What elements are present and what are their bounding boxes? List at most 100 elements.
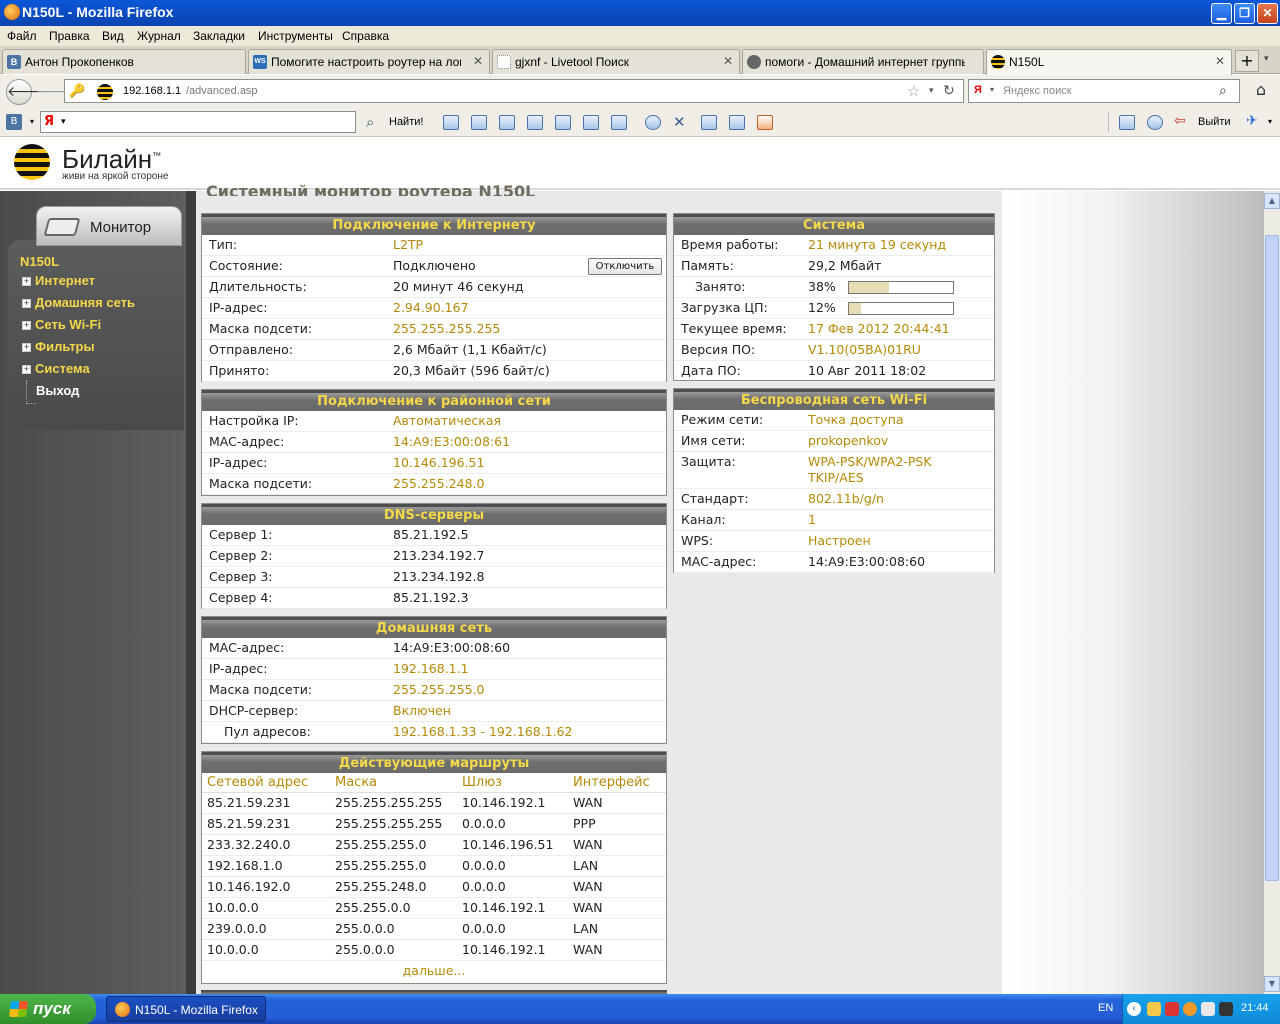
toolbar-photo-icon[interactable] [471, 115, 487, 130]
tab-help-group[interactable]: помоги - Домашний интернет группы ... [742, 49, 984, 74]
yandex-dropdown-icon[interactable]: ▾ [61, 117, 66, 127]
cell: WAN [573, 942, 603, 957]
cell: 0.0.0.0 [462, 879, 506, 894]
user-icon[interactable] [1147, 115, 1163, 130]
toolbar-sync-icon[interactable] [1119, 115, 1135, 130]
label: Имя сети: [681, 433, 746, 448]
home-icon[interactable]: ⌂ [1250, 80, 1272, 102]
cell: 10.146.192.1 [462, 795, 546, 810]
vertical-scrollbar[interactable]: ▲ ▼ [1264, 191, 1280, 994]
device-name[interactable]: N150L [20, 254, 59, 269]
toolbar-bookmark-icon[interactable] [443, 115, 459, 130]
tab-forum[interactable]: WS Помогите настроить роутер на локал...… [248, 49, 490, 74]
search-field[interactable]: Я ▾ Яндекс поиск ⌕ [968, 79, 1240, 103]
cell: 192.168.1.0 [207, 858, 283, 873]
security-line-2: TKIP/AES [808, 470, 864, 485]
close-tab-icon[interactable]: ✕ [1215, 54, 1225, 68]
sidebar-item-label: Интернет [35, 273, 96, 288]
menu-help[interactable]: Справка [342, 29, 389, 43]
yandex-search-input[interactable]: Я ▾ [40, 111, 356, 133]
bird-dropdown-icon[interactable]: ▾ [1268, 117, 1272, 126]
expand-icon[interactable]: + [22, 277, 31, 286]
toolbar-mail-icon[interactable] [527, 115, 543, 130]
volume-icon[interactable] [1201, 1002, 1215, 1016]
cell: 255.0.0.0 [335, 921, 395, 936]
toolbar-tools-icon[interactable]: ✕ [673, 113, 686, 131]
expand-icon[interactable]: + [22, 299, 31, 308]
scroll-up-icon[interactable]: ▲ [1264, 193, 1280, 209]
sidebar-item-wifi[interactable]: + Сеть Wi-Fi [22, 317, 101, 332]
expand-icon[interactable]: + [22, 343, 31, 352]
reload-icon[interactable]: ↻ [943, 82, 955, 99]
more-link[interactable]: дальше... [202, 961, 666, 981]
logout-button[interactable]: Выйти [1198, 116, 1231, 128]
toolbar-people-icon[interactable] [583, 115, 599, 130]
sidebar-item-home-network[interactable]: + Домашняя сеть [22, 295, 135, 310]
shield-icon[interactable] [1147, 1002, 1161, 1016]
toolbar-bookmarks-icon[interactable] [757, 115, 773, 130]
taskbar-item-firefox[interactable]: N150L - Mozilla Firefox [106, 996, 266, 1022]
value: 1 [808, 512, 816, 527]
tab-vk[interactable]: В Антон Прокопенков [2, 49, 246, 74]
toolbar-translate-icon[interactable] [701, 115, 717, 130]
start-button[interactable]: пуск [0, 994, 96, 1024]
toolbar-video-icon[interactable] [499, 115, 515, 130]
maximize-button[interactable]: ❐ [1234, 3, 1255, 24]
table-row: 85.21.59.231 255.255.255.255 10.146.192.1 W… [202, 793, 666, 814]
label: Сервер 1: [209, 527, 273, 542]
cpu-usage-bar [848, 302, 954, 315]
menu-edit[interactable]: Правка [49, 29, 90, 43]
url-bar[interactable]: 🔑 192.168.1.1 /advanced.asp ☆ ▾ ↻ [64, 79, 964, 103]
memory-usage-bar [848, 281, 954, 294]
menu-tools[interactable]: Инструменты [258, 29, 333, 43]
bird-icon[interactable]: ✈ [1246, 113, 1258, 129]
tab-label: помоги - Домашний интернет группы ... [765, 55, 965, 69]
expand-icon[interactable]: + [22, 365, 31, 374]
antivirus-icon[interactable] [1165, 1002, 1179, 1016]
find-button[interactable]: Найти! [389, 116, 423, 128]
cell: 255.255.248.0 [335, 879, 427, 894]
vk-dropdown-icon[interactable]: ▾ [30, 117, 34, 126]
logout-icon[interactable]: ⇦ [1174, 113, 1186, 129]
value: 255.255.255.0 [393, 682, 485, 697]
scroll-down-icon[interactable]: ▼ [1264, 976, 1280, 992]
sidebar-item-system[interactable]: + Система [22, 361, 90, 376]
language-indicator[interactable]: EN [1098, 1002, 1113, 1014]
sidebar-item-internet[interactable]: + Интернет [22, 273, 95, 288]
close-tab-icon[interactable]: ✕ [473, 54, 483, 68]
tab-n150l[interactable]: N150L ✕ [986, 49, 1232, 75]
close-button[interactable]: ✕ [1257, 3, 1278, 24]
network-icon[interactable] [1219, 1002, 1233, 1016]
tab-list-icon[interactable]: ▾ [1264, 54, 1269, 64]
toolbar-list-icon[interactable] [729, 115, 745, 130]
vk-icon[interactable]: В [6, 114, 22, 130]
tray-expand-icon[interactable]: ‹ [1127, 1002, 1141, 1016]
cell: 10.146.196.51 [462, 837, 554, 852]
expand-icon[interactable]: + [22, 321, 31, 330]
cell: 255.255.0.0 [335, 900, 411, 915]
toolbar-globe-icon[interactable] [645, 115, 661, 130]
sidebar-item-filters[interactable]: + Фильтры [22, 339, 95, 354]
minimize-button[interactable]: ▁ [1211, 3, 1232, 24]
disconnect-button[interactable]: Отключить [588, 258, 662, 275]
tab-livetool[interactable]: gjxnf - Livetool Поиск ✕ [492, 49, 740, 74]
menu-view[interactable]: Вид [102, 29, 124, 43]
toolbar-notes-icon[interactable] [555, 115, 571, 130]
search-icon[interactable]: ⌕ [1219, 82, 1227, 99]
engine-dropdown-icon[interactable]: ▾ [990, 85, 994, 94]
messenger-icon[interactable] [1183, 1002, 1197, 1016]
value: 10 Авг 2011 18:02 [808, 363, 927, 378]
toolbar-calendar-icon[interactable] [611, 115, 627, 130]
back-button[interactable]: 🡐 [6, 79, 45, 105]
scroll-thumb[interactable] [1265, 235, 1279, 881]
menu-file[interactable]: Файл [7, 29, 37, 43]
find-icon[interactable]: ⌕ [366, 113, 374, 131]
menu-history[interactable]: Журнал [137, 29, 181, 43]
menu-bookmarks[interactable]: Закладки [193, 29, 245, 43]
url-dropdown-icon[interactable]: ▾ [929, 85, 934, 96]
sidebar-item-exit[interactable]: Выход [36, 383, 79, 398]
new-tab-button[interactable]: + [1235, 50, 1259, 72]
close-tab-icon[interactable]: ✕ [723, 54, 733, 68]
site-identity-icon[interactable]: 🔑 [69, 83, 89, 99]
bookmark-star-icon[interactable]: ☆ [907, 82, 920, 100]
